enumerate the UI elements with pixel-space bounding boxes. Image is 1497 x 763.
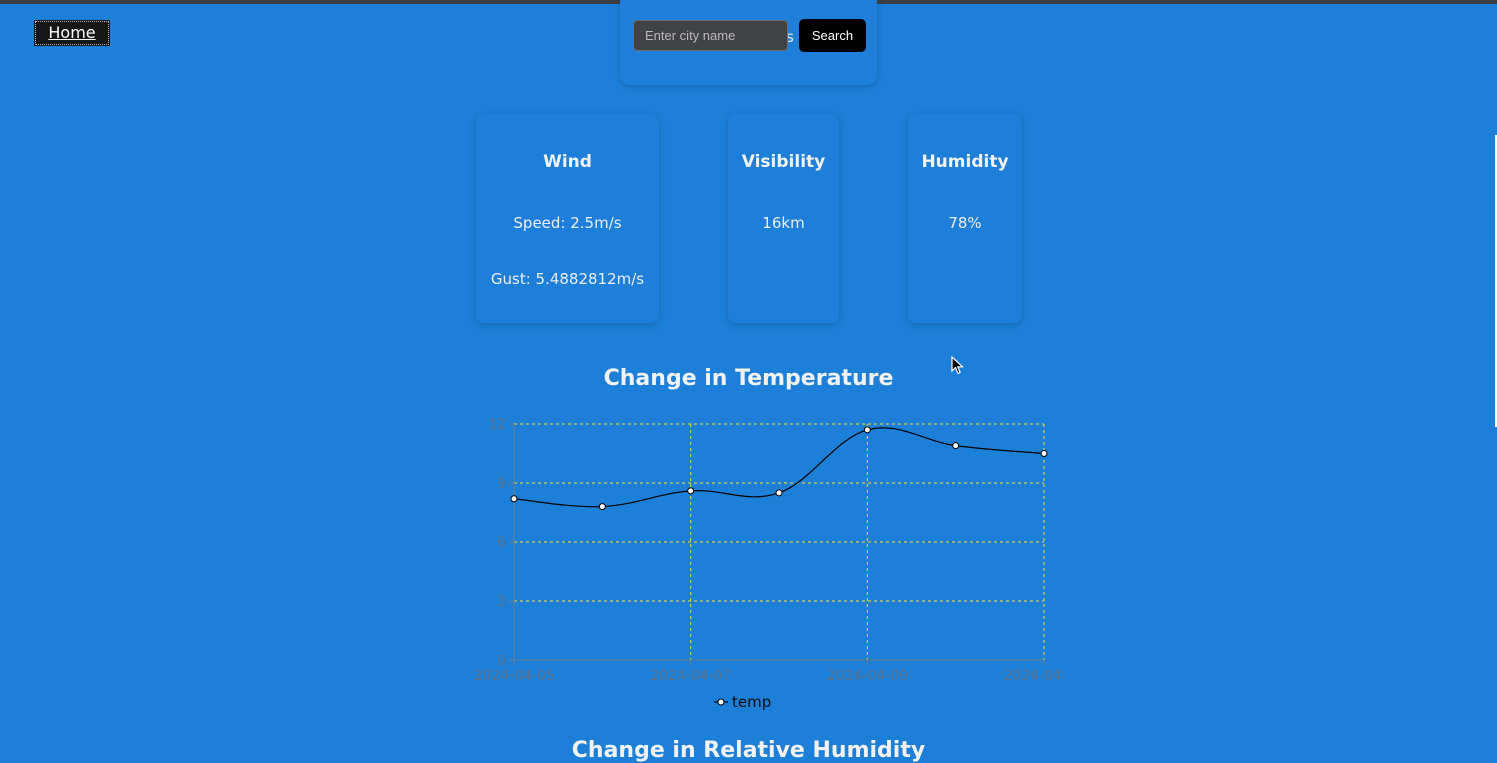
x-tick-label: 2024-04-09 bbox=[827, 668, 908, 684]
temperature-chart: 0 3 6 9 12 2024-04-05 2024-04-07 2024-04-09 2024… bbox=[473, 417, 1060, 684]
wind-card-title: Wind bbox=[543, 152, 592, 172]
y-tick-label: 9 bbox=[497, 476, 506, 492]
legend-line-dot-icon bbox=[714, 698, 728, 706]
data-point bbox=[1040, 450, 1048, 457]
legend-label: temp bbox=[732, 693, 772, 711]
wind-speed: Speed: 2.5m/s bbox=[513, 214, 622, 232]
humidity-card-title: Humidity bbox=[921, 152, 1009, 172]
mouse-pointer-icon bbox=[951, 356, 965, 375]
data-point bbox=[510, 495, 518, 503]
data-point bbox=[598, 503, 606, 511]
city-search-input[interactable] bbox=[633, 20, 788, 51]
home-link[interactable]: Home bbox=[34, 20, 110, 46]
visibility-card-title: Visibility bbox=[741, 152, 826, 172]
chart-legend[interactable]: temp bbox=[714, 693, 771, 711]
wind-card: Wind Speed: 2.5m/s Gust: 5.4882812m/s bbox=[476, 114, 659, 323]
search-button[interactable]: Search bbox=[799, 19, 866, 52]
x-tick-label: 2024-04-11 bbox=[1003, 668, 1060, 684]
chart-title: Change in Temperature bbox=[603, 366, 894, 391]
y-tick-label: 12 bbox=[488, 417, 506, 433]
y-tick-label: 0 bbox=[497, 653, 506, 669]
humidity-card: Humidity 78% bbox=[908, 114, 1022, 323]
x-tick-label: 2024-04-07 bbox=[650, 668, 731, 684]
x-tick-label: 2024-04-05 bbox=[473, 668, 554, 684]
y-tick-label: 3 bbox=[497, 594, 506, 610]
humidity-value: 78% bbox=[948, 214, 982, 232]
wind-gust: Gust: 5.4882812m/s bbox=[490, 270, 645, 288]
data-point bbox=[775, 489, 783, 497]
visibility-card: Visibility 16km bbox=[728, 114, 839, 323]
y-tick-label: 6 bbox=[497, 535, 506, 551]
visibility-value: 16km bbox=[762, 214, 805, 232]
data-point bbox=[952, 442, 960, 450]
second-chart-title: Change in Relative Humidity bbox=[571, 738, 926, 763]
data-point bbox=[863, 426, 871, 434]
data-point bbox=[687, 487, 695, 495]
